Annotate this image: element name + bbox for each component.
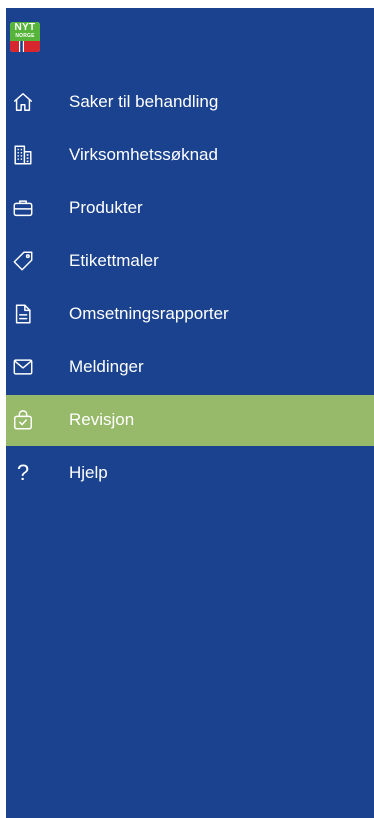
bag-check-icon bbox=[12, 409, 34, 431]
logo-text-area: NYT NORGE bbox=[10, 22, 40, 41]
norway-flag-icon bbox=[10, 41, 40, 52]
document-icon bbox=[12, 303, 34, 325]
menu-label-virksomhetssoknad: Virksomhetssøknad bbox=[69, 145, 218, 164]
envelope-icon bbox=[12, 356, 34, 378]
tag-icon bbox=[12, 250, 34, 272]
menu-item-omsetningsrapporter[interactable]: Omsetningsrapporter bbox=[6, 289, 374, 340]
logo-line2: NORGE bbox=[15, 33, 35, 39]
menu-label-meldinger: Meldinger bbox=[69, 357, 144, 376]
menu-label-revisjon: Revisjon bbox=[69, 410, 135, 429]
main-menu: Saker til behandling Virksomhetssøknad P… bbox=[6, 77, 374, 501]
menu-label-omsetningsrapporter: Omsetningsrapporter bbox=[69, 304, 229, 323]
menu-item-hjelp[interactable]: ? Hjelp bbox=[6, 448, 374, 499]
sidebar-nav: NYT NORGE Saker til behandling Virksomhe… bbox=[6, 8, 374, 818]
menu-item-produkter[interactable]: Produkter bbox=[6, 183, 374, 234]
menu-label-produkter: Produkter bbox=[69, 198, 143, 217]
nyt-norge-logo[interactable]: NYT NORGE bbox=[10, 22, 40, 52]
question-icon: ? bbox=[12, 462, 34, 484]
menu-label-saker-til-behandling: Saker til behandling bbox=[69, 92, 219, 111]
menu-item-virksomhetssoknad[interactable]: Virksomhetssøknad bbox=[6, 130, 374, 181]
menu-item-meldinger[interactable]: Meldinger bbox=[6, 342, 374, 393]
briefcase-icon bbox=[12, 197, 34, 219]
menu-item-saker-til-behandling[interactable]: Saker til behandling bbox=[6, 77, 374, 128]
question-glyph: ? bbox=[16, 460, 30, 485]
logo-line1: NYT bbox=[14, 22, 36, 33]
menu-label-etikettmaler: Etikettmaler bbox=[69, 251, 159, 270]
building-icon bbox=[12, 144, 34, 166]
menu-item-revisjon[interactable]: Revisjon bbox=[6, 395, 374, 446]
menu-item-etikettmaler[interactable]: Etikettmaler bbox=[6, 236, 374, 287]
menu-label-hjelp: Hjelp bbox=[69, 463, 108, 482]
home-icon bbox=[12, 91, 34, 113]
